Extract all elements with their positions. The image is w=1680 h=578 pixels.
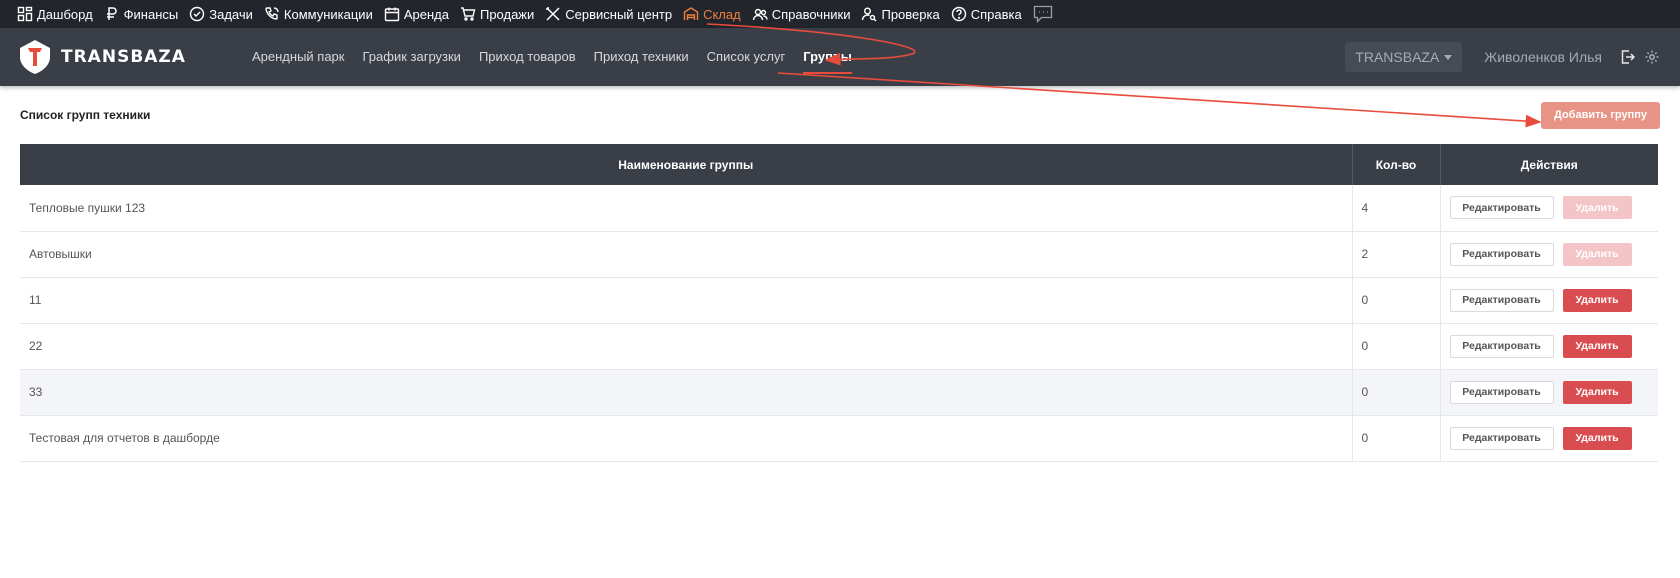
subnav: Арендный парк График загрузки Приход тов… bbox=[252, 28, 870, 86]
header: TRANSBAZA Арендный парк График загрузки … bbox=[0, 28, 1680, 86]
topnav-label: Склад bbox=[703, 6, 741, 22]
chat-button[interactable] bbox=[1033, 5, 1053, 23]
users-icon bbox=[752, 8, 768, 21]
group-count-cell: 0 bbox=[1351, 369, 1441, 416]
table-row: Тестовая для отчетов в дашборде 0 Редакт… bbox=[20, 415, 1658, 462]
topnav-item-service-center[interactable]: Сервисный центр bbox=[545, 6, 672, 22]
delete-button[interactable]: Удалить bbox=[1562, 288, 1632, 312]
group-count-cell: 0 bbox=[1351, 277, 1441, 324]
chevron-down-icon bbox=[1444, 54, 1453, 60]
topnav-item-finance[interactable]: Финансы bbox=[104, 6, 179, 22]
subnav-item-services-list[interactable]: Список услуг bbox=[707, 28, 786, 86]
company-select-value: TRANSBAZA bbox=[1355, 49, 1440, 65]
column-header-name: Наименование группы bbox=[20, 144, 1353, 185]
chat-icon bbox=[1033, 5, 1052, 23]
group-name-cell: Автовышки bbox=[20, 231, 1352, 278]
group-count-cell: 2 bbox=[1351, 231, 1441, 278]
actions-cell: Редактировать Удалить bbox=[1440, 231, 1658, 278]
actions-cell: Редактировать Удалить bbox=[1440, 277, 1658, 324]
delete-button[interactable]: Удалить bbox=[1562, 242, 1632, 266]
topnav-label: Задачи bbox=[209, 6, 253, 22]
help-icon bbox=[951, 6, 966, 22]
topnav-item-warehouse[interactable]: Склад bbox=[683, 6, 741, 22]
column-header-count: Кол-во bbox=[1352, 144, 1441, 185]
transbaza-logo-icon bbox=[20, 40, 50, 74]
edit-button[interactable]: Редактировать bbox=[1449, 426, 1554, 450]
edit-button[interactable]: Редактировать bbox=[1449, 380, 1554, 404]
group-name-cell: Тепловые пушки 123 bbox=[20, 185, 1352, 232]
subnav-item-goods-receipt[interactable]: Приход товаров bbox=[479, 28, 576, 86]
group-count-cell: 0 bbox=[1351, 323, 1441, 370]
edit-button[interactable]: Редактировать bbox=[1449, 242, 1554, 266]
actions-cell: Редактировать Удалить bbox=[1440, 185, 1658, 232]
topnav-label: Продажи bbox=[479, 6, 535, 22]
check-circle-icon bbox=[190, 6, 205, 22]
topnav-item-rent[interactable]: Аренда bbox=[384, 6, 449, 22]
subnav-item-equipment-receipt[interactable]: Приход техники bbox=[594, 28, 689, 86]
column-header-actions: Действия bbox=[1520, 157, 1578, 172]
topnav-label: Справочники bbox=[771, 6, 851, 22]
header-right: TRANSBAZA Живоленков Илья bbox=[1345, 28, 1660, 86]
subnav-item-rental-fleet[interactable]: Арендный парк bbox=[252, 28, 344, 86]
topnav-item-communications[interactable]: Коммуникации bbox=[264, 6, 373, 22]
topnav-item-dashboard[interactable]: Дашборд bbox=[17, 6, 93, 22]
delete-button[interactable]: Удалить bbox=[1562, 334, 1632, 358]
table-row: 33 0 Редактировать Удалить bbox=[20, 369, 1658, 416]
table-row: Тепловые пушки 123 4 Редактировать Удали… bbox=[20, 185, 1658, 232]
topnav-label: Дашборд bbox=[37, 6, 93, 22]
logout-icon[interactable] bbox=[1620, 49, 1636, 65]
logo[interactable]: TRANSBAZA bbox=[17, 39, 217, 75]
edit-button[interactable]: Редактировать bbox=[1449, 334, 1554, 358]
calendar-icon bbox=[384, 7, 400, 22]
subnav-item-groups[interactable]: Группы bbox=[803, 28, 852, 86]
edit-button[interactable]: Редактировать bbox=[1449, 288, 1554, 312]
topnav-item-directories[interactable]: Справочники bbox=[752, 6, 851, 22]
ruble-icon bbox=[106, 7, 117, 20]
group-count-cell: 0 bbox=[1351, 415, 1441, 462]
cart-icon bbox=[460, 7, 476, 21]
actions-cell: Редактировать Удалить bbox=[1440, 369, 1658, 416]
group-name-cell: 22 bbox=[20, 323, 1352, 370]
actions-cell: Редактировать Удалить bbox=[1440, 415, 1658, 462]
delete-button[interactable]: Удалить bbox=[1562, 196, 1632, 220]
groups-table: Наименование группы Кол-во Действия Тепл… bbox=[20, 144, 1658, 462]
topnav-label: Финансы bbox=[123, 6, 179, 22]
phone-icon bbox=[265, 7, 279, 20]
group-count-cell: 4 bbox=[1351, 185, 1441, 232]
add-group-button[interactable]: Добавить группу bbox=[1540, 101, 1660, 129]
topnav-label: Сервисный центр bbox=[565, 6, 673, 22]
actions-cell: Редактировать Удалить bbox=[1440, 323, 1658, 370]
delete-button[interactable]: Удалить bbox=[1562, 380, 1632, 404]
topnav-item-sales[interactable]: Продажи bbox=[460, 6, 534, 22]
table-header-row: Наименование группы Кол-во Действия bbox=[20, 144, 1658, 185]
delete-button[interactable]: Удалить bbox=[1562, 426, 1632, 450]
edit-button[interactable]: Редактировать bbox=[1449, 196, 1554, 220]
topnav-label: Справка bbox=[970, 6, 1022, 22]
gear-icon[interactable] bbox=[1644, 49, 1660, 65]
group-name-cell: 11 bbox=[20, 277, 1352, 324]
group-name-cell: Тестовая для отчетов в дашборде bbox=[20, 415, 1352, 462]
top-navigation: Дашборд Финансы Задачи Коммуникации Арен… bbox=[0, 0, 1680, 28]
topnav-label: Коммуникации bbox=[283, 6, 373, 22]
group-name-cell: 33 bbox=[20, 369, 1352, 416]
tools-icon bbox=[546, 7, 560, 21]
topnav-label: Проверка bbox=[881, 6, 940, 22]
main-content: Список групп техники Добавить группу Наи… bbox=[0, 86, 1680, 462]
topnav-item-help[interactable]: Справка bbox=[951, 6, 1022, 22]
table-row: 22 0 Редактировать Удалить bbox=[20, 323, 1658, 370]
warehouse-icon bbox=[683, 7, 699, 20]
table-row: 11 0 Редактировать Удалить bbox=[20, 277, 1658, 324]
topnav-item-tasks[interactable]: Задачи bbox=[189, 6, 253, 22]
logo-text: TRANSBAZA bbox=[61, 47, 186, 67]
topnav-item-verification[interactable]: Проверка bbox=[861, 6, 940, 22]
table-row: Автовышки 2 Редактировать Удалить bbox=[20, 231, 1658, 278]
user-search-icon bbox=[862, 7, 877, 22]
user-name[interactable]: Живоленков Илья bbox=[1484, 49, 1602, 65]
dashboard-icon bbox=[17, 6, 33, 22]
company-select[interactable]: TRANSBAZA bbox=[1345, 42, 1463, 72]
subnav-item-load-schedule[interactable]: График загрузки bbox=[362, 28, 460, 86]
content-toolbar: Список групп техники Добавить группу bbox=[20, 86, 1660, 144]
topnav-label: Аренда bbox=[403, 6, 449, 22]
page-title: Список групп техники bbox=[20, 108, 151, 122]
